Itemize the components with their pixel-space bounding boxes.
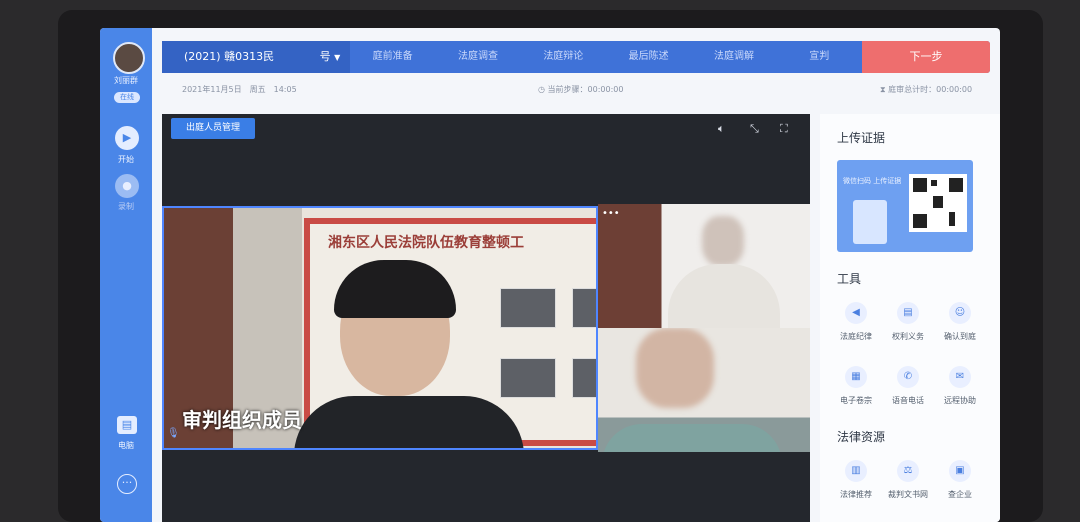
- start-label: 开始: [118, 155, 134, 164]
- chevron-down-icon[interactable]: ▼: [334, 53, 340, 62]
- case-suffix: 号: [319, 50, 331, 63]
- legal-judgment-docs[interactable]: ⚖ 裁判文书网: [882, 460, 934, 500]
- clock-icon: ◷: [538, 85, 548, 94]
- main-video-feed[interactable]: 湘东区人民法院队伍教育整顿工 🎙︎ 审判组织成员: [162, 206, 598, 450]
- total-time-text: 庭审总计时：00:00:00: [888, 85, 973, 94]
- side-video-feed-1[interactable]: •••: [598, 204, 810, 328]
- manage-participants-button[interactable]: 出庭人员管理: [171, 118, 255, 139]
- banner-photo: [572, 288, 596, 328]
- record-icon[interactable]: ●: [115, 174, 139, 198]
- tools-title: 工具: [837, 272, 862, 286]
- tool-label: 查企业: [948, 490, 972, 499]
- status-badge: 在线: [114, 92, 140, 103]
- fullscreen-icon[interactable]: ⛶: [780, 122, 788, 136]
- legal-resources-title: 法律资源: [837, 430, 886, 444]
- tool-label: 远程协助: [944, 396, 976, 405]
- computer-icon[interactable]: ▤: [117, 416, 137, 434]
- speaker-icon: ◀: [845, 302, 867, 324]
- total-timer: ⧗ 庭审总计时：00:00:00: [880, 84, 972, 95]
- participant-body: [294, 396, 524, 448]
- tool-rights-duties[interactable]: ▤ 权利义务: [882, 302, 934, 342]
- legal-recommend[interactable]: ▥ 法律推荐: [830, 460, 882, 500]
- tool-label: 裁判文书网: [888, 490, 928, 499]
- court-app-window: 刘丽群 在线 ▶ 开始 ● 录制 ▤ 电脑 ··· (2021) 赣0313民 …: [100, 28, 1000, 522]
- banner-photo: [572, 358, 596, 398]
- tool-label: 法律推荐: [840, 490, 872, 499]
- computer-label: 电脑: [118, 441, 134, 450]
- gavel-icon: ⚖: [897, 460, 919, 482]
- tool-confirm-attendance[interactable]: ☺ 确认到庭: [934, 302, 986, 342]
- trial-stage-bar: (2021) 赣0313民 号 ▼ 庭前准备 法庭调查 法庭辩论 最后陈述 法庭…: [162, 41, 990, 73]
- tool-label: 语音电话: [892, 396, 924, 405]
- upload-hint: 微信扫码 上传证据: [843, 177, 902, 185]
- tool-e-file[interactable]: ▦ 电子卷宗: [830, 366, 882, 406]
- ellipsis-icon[interactable]: ···: [117, 474, 137, 494]
- qr-code: [909, 174, 967, 232]
- volume-icon[interactable]: 🔈︎: [718, 122, 725, 136]
- play-icon[interactable]: ▶: [115, 126, 139, 150]
- side-video-feed-2[interactable]: [598, 328, 810, 452]
- tool-remote-assist[interactable]: ✉ 远程协助: [934, 366, 986, 406]
- step-5[interactable]: 法庭调解: [691, 41, 776, 73]
- step-6[interactable]: 宣判: [777, 41, 862, 73]
- step-4[interactable]: 最后陈述: [606, 41, 691, 73]
- tool-court-discipline[interactable]: ◀ 法庭纪律: [830, 302, 882, 342]
- next-step-button[interactable]: 下一步: [862, 41, 990, 73]
- tool-label: 确认到庭: [944, 332, 976, 341]
- right-tool-panel: 上传证据 微信扫码 上传证据 工具 ◀ 法庭纪律 ▤ 权利义务 ☺ 确认到庭 ▦ 电子卷…: [820, 114, 1000, 522]
- case-number: (2021) 赣0313民 号 ▼: [162, 41, 350, 73]
- legal-company-lookup[interactable]: ▣ 查企业: [934, 460, 986, 500]
- microphone-icon: 🎙︎: [167, 428, 180, 439]
- tool-voice-call[interactable]: ✆ 语音电话: [882, 366, 934, 406]
- participant-body: [602, 424, 782, 452]
- tool-label: 权利义务: [892, 332, 924, 341]
- video-area: 出庭人员管理 🔈︎ ⤡ ⛶ 湘东区人民法院队伍教育整顿工 🎙︎ 审判组织成员 •…: [162, 114, 810, 522]
- tool-label: 电子卷宗: [840, 396, 872, 405]
- main-feed-label: 审判组织成员: [182, 408, 302, 432]
- building-icon: ▣: [949, 460, 971, 482]
- case-number-text: (2021) 赣0313民: [184, 50, 275, 63]
- upload-evidence-title: 上传证据: [837, 131, 886, 145]
- hourglass-icon: ⧗: [880, 85, 889, 94]
- record-label: 录制: [118, 202, 134, 211]
- current-step-timer: ◷ 当前步骤：00:00:00: [538, 84, 623, 95]
- collapse-icon[interactable]: ⤡: [750, 122, 759, 136]
- stage-steps: 庭前准备 法庭调查 法庭辩论 最后陈述 法庭调解 宣判: [350, 41, 862, 73]
- participant-body: [668, 264, 780, 328]
- step-1[interactable]: 庭前准备: [350, 41, 435, 73]
- phone-illustration: [853, 200, 887, 244]
- document-icon: ▤: [897, 302, 919, 324]
- person-icon: ☺: [949, 302, 971, 324]
- blurred-face: [636, 328, 714, 408]
- upload-qr-card[interactable]: 微信扫码 上传证据: [837, 160, 973, 252]
- left-sidebar: 刘丽群 在线 ▶ 开始 ● 录制 ▤ 电脑 ···: [100, 28, 152, 522]
- banner-photo: [500, 288, 556, 328]
- step-3[interactable]: 法庭辩论: [521, 41, 606, 73]
- tool-label: 法庭纪律: [840, 332, 872, 341]
- folder-icon: ▦: [845, 366, 867, 388]
- ellipsis-icon[interactable]: •••: [602, 208, 620, 219]
- avatar[interactable]: [113, 42, 145, 74]
- trial-date: 2021年11月5日 周五 14:05: [182, 85, 297, 94]
- user-name: 刘丽群: [114, 76, 138, 85]
- step-2[interactable]: 法庭调查: [435, 41, 520, 73]
- banner-text: 湘东区人民法院队伍教育整顿工: [328, 235, 524, 251]
- phone-icon: ✆: [897, 366, 919, 388]
- book-icon: ▥: [845, 460, 867, 482]
- chat-icon: ✉: [949, 366, 971, 388]
- blurred-face: [702, 216, 744, 266]
- current-step-text: 当前步骤：00:00:00: [547, 85, 624, 94]
- banner-photo: [500, 358, 556, 398]
